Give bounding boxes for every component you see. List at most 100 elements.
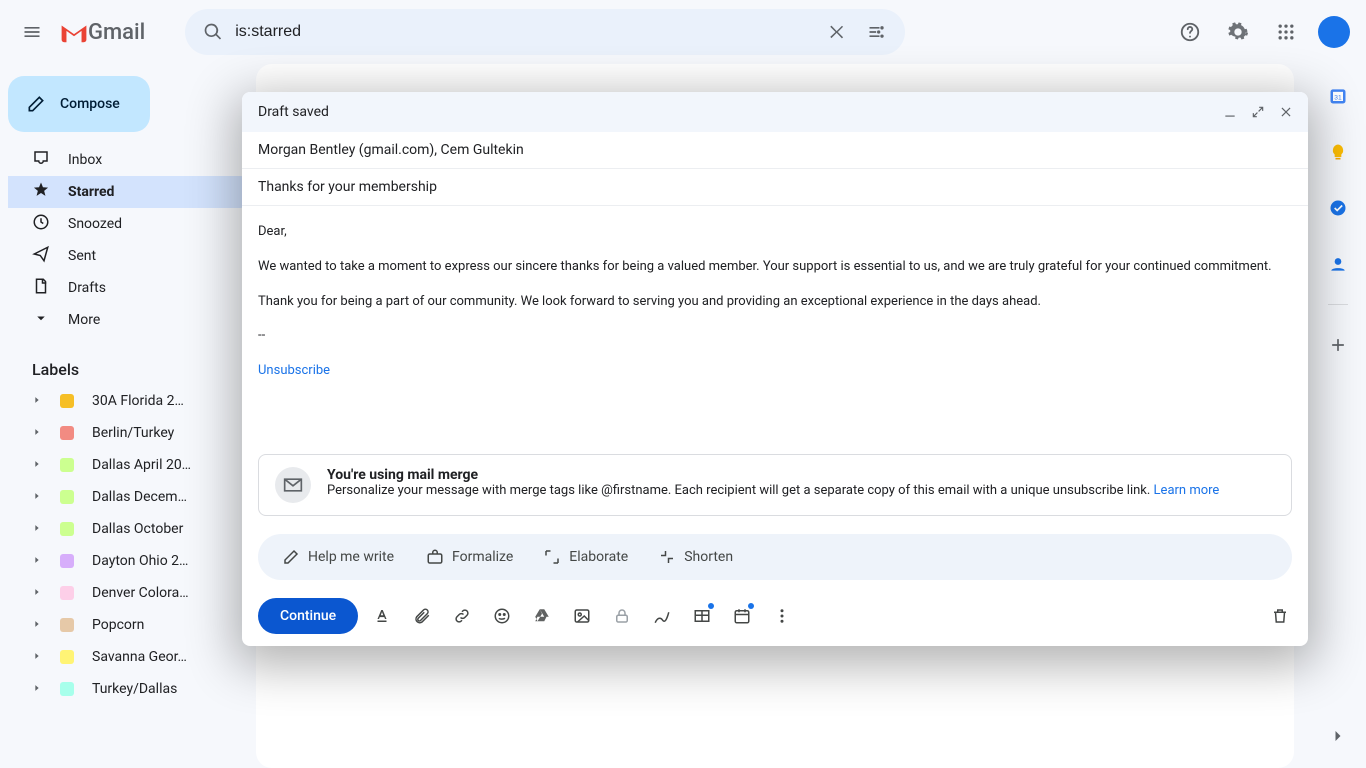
- label-color-swatch: [60, 490, 74, 504]
- contacts-sidebar-button[interactable]: [1318, 244, 1358, 284]
- unsubscribe-link[interactable]: Unsubscribe: [258, 363, 330, 378]
- attach-file-button[interactable]: [406, 600, 438, 632]
- dialog-fullscreen-button[interactable]: [1244, 98, 1272, 126]
- gmail-envelope-icon: [60, 21, 88, 43]
- label-expand-icon[interactable]: [32, 553, 42, 569]
- search-bar[interactable]: [185, 9, 905, 55]
- draft-icon: [32, 277, 50, 299]
- label-item[interactable]: Berlin/Turkey: [8, 417, 256, 449]
- nav-item-drafts[interactable]: Drafts: [8, 272, 256, 304]
- nav-item-snoozed[interactable]: Snoozed: [8, 208, 256, 240]
- expand-icon: [1251, 105, 1265, 119]
- calendar-sidebar-button[interactable]: 31: [1318, 76, 1358, 116]
- label-name: Denver Colora…: [92, 585, 189, 601]
- svg-text:31: 31: [1334, 94, 1342, 101]
- continue-button[interactable]: Continue: [258, 598, 358, 634]
- mail-merge-insert-button[interactable]: [686, 600, 718, 632]
- confidential-mode-button[interactable]: [606, 600, 638, 632]
- addons-button[interactable]: [1318, 325, 1358, 365]
- schedule-send-button[interactable]: [726, 600, 758, 632]
- apps-button[interactable]: [1266, 12, 1306, 52]
- label-item[interactable]: Popcorn: [8, 609, 256, 641]
- insert-emoji-button[interactable]: [486, 600, 518, 632]
- recipients-field[interactable]: Morgan Bentley (gmail.com), Cem Gultekin: [242, 132, 1308, 169]
- subject-field[interactable]: Thanks for your membership: [242, 169, 1308, 206]
- nav-item-sent[interactable]: Sent: [8, 240, 256, 272]
- format-text-button[interactable]: [366, 600, 398, 632]
- clear-search-button[interactable]: [817, 12, 857, 52]
- body-line: Dear,: [258, 222, 1292, 243]
- label-item[interactable]: Denver Colora…: [8, 577, 256, 609]
- send-icon: [32, 245, 50, 267]
- label-expand-icon[interactable]: [32, 425, 42, 441]
- help-me-write-chip[interactable]: Help me write: [268, 540, 408, 574]
- inbox-icon: [32, 149, 50, 171]
- label-expand-icon[interactable]: [32, 617, 42, 633]
- shorten-chip[interactable]: Shorten: [644, 540, 747, 574]
- chip-label: Elaborate: [569, 549, 628, 565]
- chip-label: Help me write: [308, 549, 394, 565]
- learn-more-link[interactable]: Learn more: [1154, 483, 1220, 498]
- keep-sidebar-button[interactable]: [1318, 132, 1358, 172]
- insert-drive-button[interactable]: [526, 600, 558, 632]
- settings-button[interactable]: [1218, 12, 1258, 52]
- link-icon: [453, 607, 471, 625]
- label-item[interactable]: 30A Florida 2…: [8, 385, 256, 417]
- google-keep-icon: [1328, 142, 1348, 162]
- support-button[interactable]: [1170, 12, 1210, 52]
- label-item[interactable]: Turkey/Dallas: [8, 673, 256, 705]
- label-expand-icon[interactable]: [32, 585, 42, 601]
- insert-link-button[interactable]: [446, 600, 478, 632]
- formalize-chip[interactable]: Formalize: [412, 540, 527, 574]
- search-icon-button[interactable]: [193, 12, 233, 52]
- nav-item-starred[interactable]: Starred: [8, 176, 256, 208]
- tasks-sidebar-button[interactable]: [1318, 188, 1358, 228]
- more-vert-icon: [773, 607, 791, 625]
- star-icon: [32, 181, 50, 203]
- label-item[interactable]: Dallas Decem…: [8, 481, 256, 513]
- image-icon: [573, 607, 591, 625]
- label-color-swatch: [60, 554, 74, 568]
- compose-button[interactable]: Compose: [8, 76, 150, 132]
- message-body[interactable]: Dear, We wanted to take a moment to expr…: [242, 206, 1308, 446]
- elaborate-chip[interactable]: Elaborate: [529, 540, 642, 574]
- dialog-close-button[interactable]: [1272, 98, 1300, 126]
- nav-item-inbox[interactable]: Inbox: [8, 144, 256, 176]
- label-name: Savanna Geor…: [92, 649, 187, 665]
- close-icon: [1279, 105, 1293, 119]
- label-expand-icon[interactable]: [32, 489, 42, 505]
- label-expand-icon[interactable]: [32, 521, 42, 537]
- dialog-title: Draft saved: [258, 104, 1216, 120]
- label-name: Dallas April 20…: [92, 457, 191, 473]
- compose-label: Compose: [60, 96, 120, 112]
- insert-photo-button[interactable]: [566, 600, 598, 632]
- label-expand-icon[interactable]: [32, 681, 42, 697]
- paperclip-icon: [413, 607, 431, 625]
- discard-draft-button[interactable]: [1264, 600, 1296, 632]
- label-expand-icon[interactable]: [32, 649, 42, 665]
- label-expand-icon[interactable]: [32, 457, 42, 473]
- tune-icon: [867, 22, 887, 42]
- insert-signature-button[interactable]: [646, 600, 678, 632]
- account-avatar[interactable]: [1318, 16, 1350, 48]
- chip-label: Shorten: [684, 549, 733, 565]
- label-item[interactable]: Savanna Geor…: [8, 641, 256, 673]
- nav-label: Snoozed: [68, 216, 122, 232]
- google-contacts-icon: [1328, 254, 1348, 274]
- label-item[interactable]: Dayton Ohio 2…: [8, 545, 256, 577]
- search-input[interactable]: [233, 22, 817, 42]
- nav-label: Inbox: [68, 152, 102, 168]
- menu-button[interactable]: [8, 8, 56, 56]
- label-expand-icon[interactable]: [32, 393, 42, 409]
- label-item[interactable]: Dallas October: [8, 513, 256, 545]
- more-options-button[interactable]: [766, 600, 798, 632]
- compose-dialog: Draft saved Morgan Bentley (gmail.com), …: [242, 92, 1308, 646]
- nav-item-more[interactable]: More: [8, 304, 256, 336]
- chevron-right-icon: [1328, 726, 1348, 746]
- hide-side-panel-button[interactable]: [1318, 716, 1358, 756]
- dialog-minimize-button[interactable]: [1216, 98, 1244, 126]
- search-options-button[interactable]: [857, 12, 897, 52]
- label-item[interactable]: Dallas April 20…: [8, 449, 256, 481]
- minimize-icon: [1223, 105, 1237, 119]
- chip-label: Formalize: [452, 549, 513, 565]
